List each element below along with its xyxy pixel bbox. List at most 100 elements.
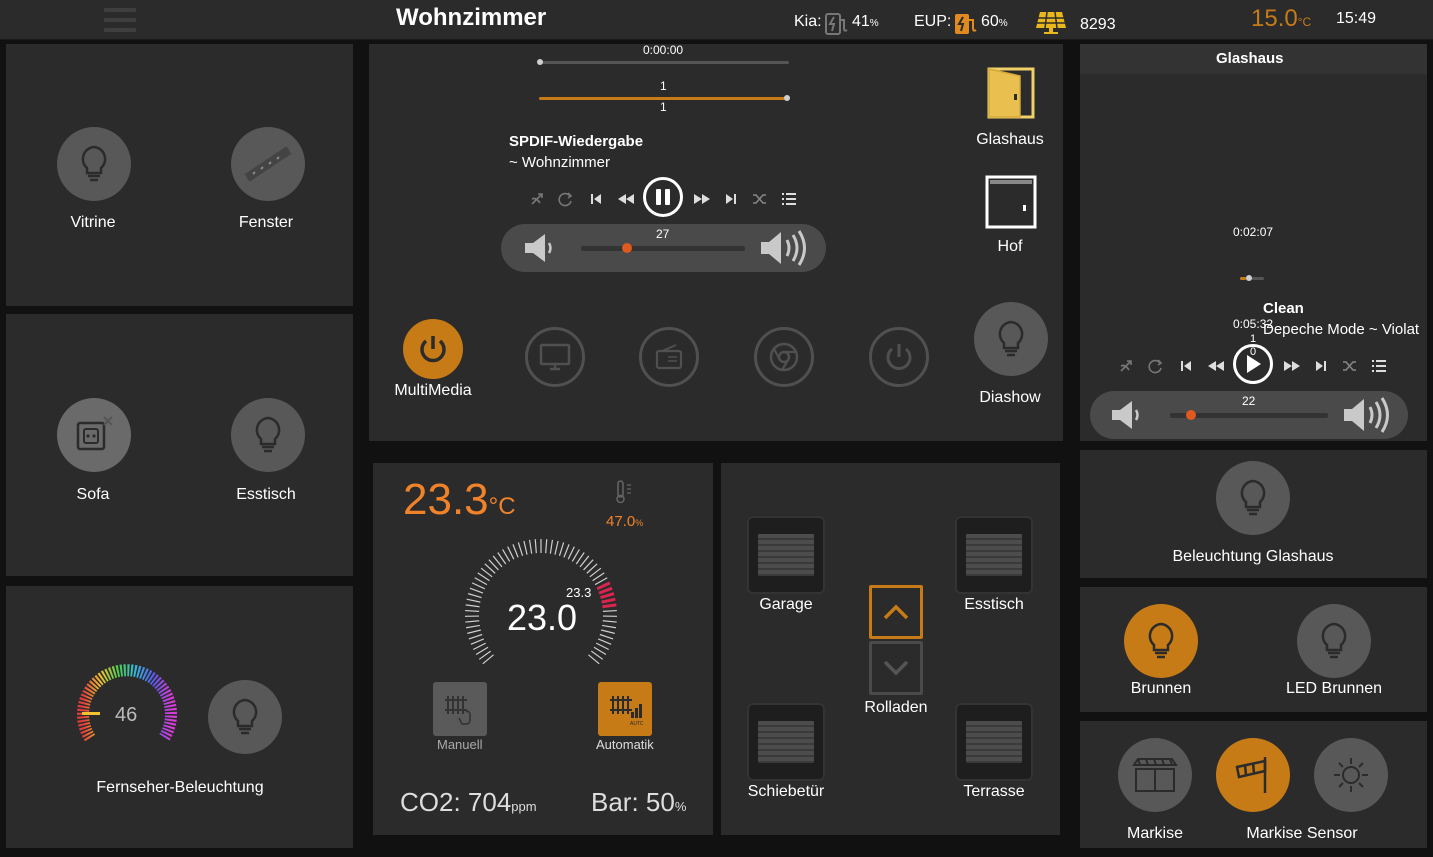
multimedia-power-button[interactable] xyxy=(403,319,463,379)
prev-track-icon[interactable] xyxy=(589,192,603,206)
markise-button[interactable] xyxy=(1118,738,1192,812)
gauge-tick xyxy=(602,624,617,629)
gauge-tick xyxy=(602,603,617,609)
panel-markise: Markise Markise Sensor xyxy=(1080,721,1427,848)
top-bar: Wohnzimmer Kia: 41% EUP: 60% 8293 15.0°C… xyxy=(0,0,1433,40)
volume-up-icon[interactable] xyxy=(757,228,817,268)
next-track-icon[interactable] xyxy=(1314,359,1328,373)
shuffle-off-icon[interactable] xyxy=(529,191,549,207)
radio-button[interactable] xyxy=(639,327,699,387)
glashaus-song: Clean xyxy=(1263,300,1304,317)
glashaus-play-button[interactable] xyxy=(1233,344,1273,384)
bulb-icon xyxy=(255,416,281,453)
pause-button[interactable] xyxy=(643,177,683,217)
power-socket-icon xyxy=(76,416,113,451)
glashaus-volume-control: 22 xyxy=(1090,391,1408,439)
playlist-icon[interactable] xyxy=(1371,359,1387,373)
shutter-schiebetuer-label: Schiebetür xyxy=(747,783,825,800)
shutter-garage[interactable] xyxy=(747,516,825,594)
sofa-toggle[interactable] xyxy=(57,398,131,472)
media-progress-knob[interactable] xyxy=(537,59,543,65)
volume-down-icon[interactable] xyxy=(521,231,561,265)
fast-forward-icon[interactable] xyxy=(1283,360,1301,372)
glashaus-progress-knob[interactable] xyxy=(1246,275,1252,281)
outside-temp: 15.0 xyxy=(1251,5,1298,32)
shuffle-off-icon[interactable] xyxy=(1118,358,1138,374)
bulb-icon xyxy=(998,320,1024,357)
random-icon[interactable] xyxy=(1342,359,1358,373)
gauge-tick xyxy=(534,539,537,554)
shutter-terrasse-label: Terrasse xyxy=(963,783,1025,800)
playlist-icon[interactable] xyxy=(781,192,797,206)
tv-light-toggle[interactable] xyxy=(208,680,282,754)
gauge-tick xyxy=(602,620,617,623)
gauge-tick xyxy=(601,629,615,634)
rolladen-up-button[interactable] xyxy=(869,585,923,639)
tv-button[interactable] xyxy=(525,327,585,387)
brunnen-label: Brunnen xyxy=(1130,680,1192,697)
track-knob[interactable] xyxy=(784,95,790,101)
gauge-tick xyxy=(598,586,613,595)
brunnen-toggle[interactable] xyxy=(1124,604,1198,678)
gauge-tick xyxy=(470,638,485,645)
gauge-tick xyxy=(466,598,481,603)
panel-lights-top: Vitrine Fenster xyxy=(6,44,353,306)
prev-track-icon[interactable] xyxy=(1179,359,1193,373)
volume-knob[interactable] xyxy=(622,243,632,253)
led-brunnen-label: LED Brunnen xyxy=(1285,680,1383,697)
volume-slider[interactable] xyxy=(581,246,745,251)
page-title: Wohnzimmer xyxy=(396,4,547,31)
diashow-label: Diashow xyxy=(979,389,1041,406)
next-track-icon[interactable] xyxy=(724,192,738,206)
fenster-toggle[interactable] xyxy=(231,127,305,201)
play-icon xyxy=(1247,355,1261,373)
rewind-icon[interactable] xyxy=(1207,360,1225,372)
markise-sensor-toggle[interactable] xyxy=(1216,738,1290,812)
rolladen-label: Rolladen xyxy=(864,699,928,716)
dimmer-value: 46 xyxy=(115,704,138,726)
volume-control: 27 xyxy=(501,224,826,272)
glashaus-volume-knob[interactable] xyxy=(1186,410,1196,420)
chrome-button[interactable] xyxy=(754,327,814,387)
glashaus-light-toggle[interactable] xyxy=(1216,461,1290,535)
multimedia-label: MultiMedia xyxy=(394,382,472,399)
awning-icon xyxy=(1132,758,1178,792)
media-progress[interactable] xyxy=(539,61,789,64)
shutter-esstisch[interactable] xyxy=(955,516,1033,594)
gauge-tick xyxy=(467,629,481,634)
power-off-button[interactable] xyxy=(869,327,929,387)
shutter-garage-label: Garage xyxy=(759,596,813,613)
setpoint-value: 23.0 xyxy=(507,597,578,638)
gauge-tick xyxy=(599,633,614,640)
vitrine-toggle[interactable] xyxy=(57,127,131,201)
rolladen-down-button[interactable] xyxy=(869,641,923,695)
sun-sensor-button[interactable] xyxy=(1314,738,1388,812)
vitrine-label: Vitrine xyxy=(70,214,116,231)
led-brunnen-toggle[interactable] xyxy=(1297,604,1371,678)
repeat-icon[interactable] xyxy=(1148,358,1164,374)
gauge-tick xyxy=(465,624,480,629)
fast-forward-icon[interactable] xyxy=(693,193,711,205)
diashow-toggle[interactable] xyxy=(974,302,1048,376)
media-source: SPDIF-Wiedergabe xyxy=(509,133,644,150)
co2-value: CO2: 704 xyxy=(400,787,512,817)
gauge-tick xyxy=(469,587,484,594)
random-icon[interactable] xyxy=(752,192,768,206)
volume-down-icon[interactable] xyxy=(1108,398,1148,432)
panel-media: 0:00:00 1 1 SPDIF-Wiedergabe ~ Wohnzimme… xyxy=(369,43,1063,441)
mode-manual-button[interactable] xyxy=(433,682,487,736)
esstisch-light-toggle[interactable] xyxy=(231,398,305,472)
repeat-icon[interactable] xyxy=(558,191,574,207)
shutter-terrasse[interactable] xyxy=(955,703,1033,781)
menu-icon[interactable] xyxy=(104,8,136,36)
mode-auto-button[interactable]: AUTO xyxy=(598,682,652,736)
bulb-icon xyxy=(1240,479,1266,516)
shutter-icon xyxy=(966,534,1022,576)
power-icon xyxy=(886,344,912,370)
volume-up-icon[interactable] xyxy=(1340,395,1400,435)
panel-shutters: Garage Esstisch Rolladen Schiebetür Terr… xyxy=(721,463,1060,835)
shutter-schiebetuer[interactable] xyxy=(747,703,825,781)
ev-charging-active-icon xyxy=(955,14,977,34)
gauge-tick xyxy=(465,609,480,612)
rewind-icon[interactable] xyxy=(617,193,635,205)
